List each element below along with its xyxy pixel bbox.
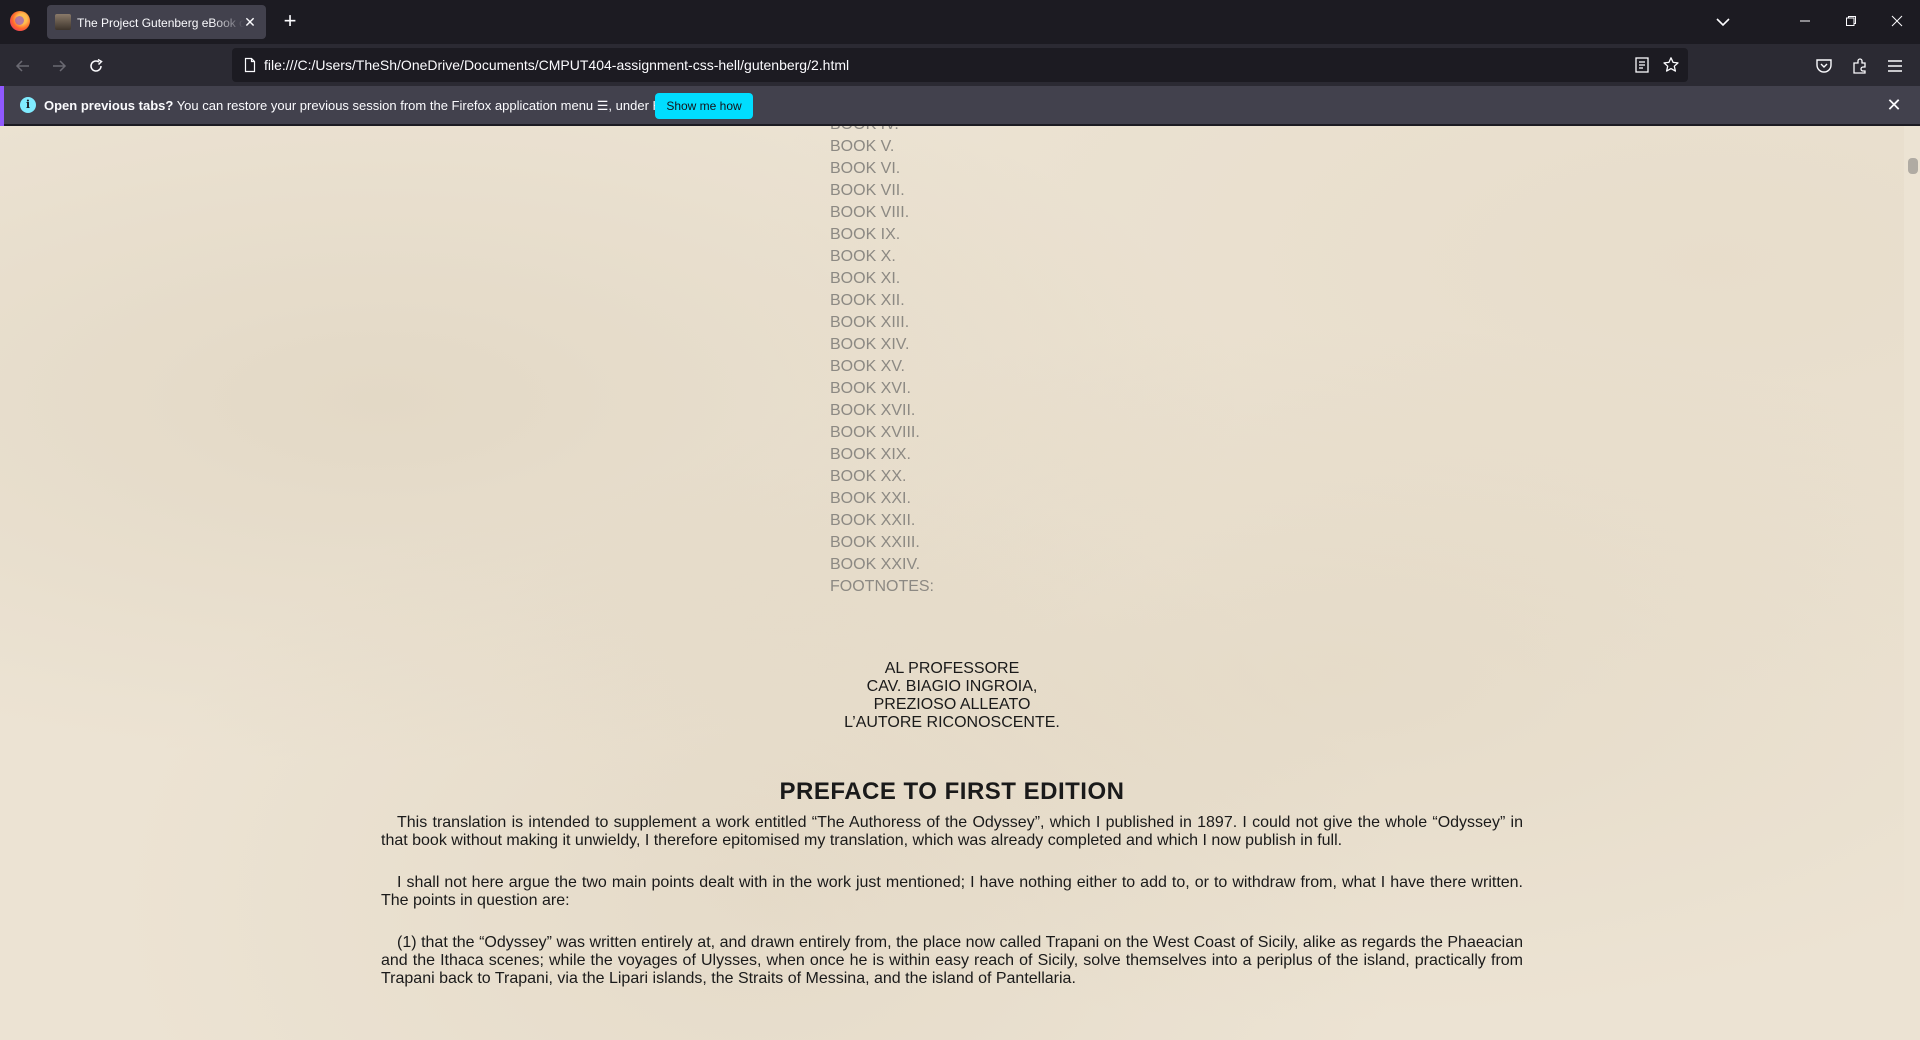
toc-item[interactable]: BOOK VII. — [830, 180, 1130, 202]
bookmark-star-icon[interactable] — [1662, 56, 1680, 74]
toc-item[interactable]: BOOK XII. — [830, 290, 1130, 312]
toc-item[interactable]: BOOK X. — [830, 246, 1130, 268]
info-icon: i — [20, 97, 36, 113]
notification-close-icon[interactable]: ✕ — [1884, 95, 1904, 115]
toc-item[interactable]: BOOK XV. — [830, 356, 1130, 378]
toc-item[interactable]: BOOK XVII. — [830, 400, 1130, 422]
notification-message: Open previous tabs? You can restore your… — [44, 86, 696, 126]
dedication-line: L’AUTORE RICONOSCENTE. — [844, 714, 1060, 731]
toc-item[interactable]: BOOK XXII. — [830, 510, 1130, 532]
url-text[interactable]: file:///C:/Users/TheSh/OneDrive/Document… — [264, 48, 849, 82]
address-bar[interactable]: file:///C:/Users/TheSh/OneDrive/Document… — [232, 48, 1688, 82]
app-menu-icon[interactable] — [1885, 56, 1905, 76]
toc-item[interactable]: BOOK XI. — [830, 268, 1130, 290]
page-content: BOOK IV. BOOK V. BOOK VI. BOOK VII. BOOK… — [0, 126, 1904, 1040]
tab-strip: The Project Gutenberg eBook of ✕ + — [0, 0, 1920, 44]
toc-item[interactable]: BOOK XVIII. — [830, 422, 1130, 444]
forward-arrow-icon[interactable] — [45, 52, 73, 80]
toc-item[interactable]: BOOK XIX. — [830, 444, 1130, 466]
new-tab-button[interactable]: + — [278, 10, 302, 34]
show-me-how-button[interactable]: Show me how — [655, 93, 753, 119]
pocket-icon[interactable] — [1814, 56, 1834, 76]
tab-favicon-icon — [55, 14, 71, 30]
toc-item[interactable]: BOOK VIII. — [830, 202, 1130, 224]
preface-paragraph: I shall not here argue the two main poin… — [381, 874, 1523, 909]
preface-heading: PREFACE TO FIRST EDITION — [779, 778, 1125, 805]
reload-icon[interactable] — [82, 52, 110, 80]
vertical-scrollbar[interactable] — [1904, 126, 1920, 1040]
toc-item-footnotes[interactable]: FOOTNOTES: — [830, 576, 1130, 598]
firefox-logo-icon[interactable] — [10, 11, 30, 31]
navigation-toolbar: file:///C:/Users/TheSh/OneDrive/Document… — [0, 44, 1920, 86]
toc-item[interactable]: BOOK XXIII. — [830, 532, 1130, 554]
session-restore-notification: i Open previous tabs? You can restore yo… — [0, 86, 1920, 126]
tab-title: The Project Gutenberg eBook of — [77, 16, 250, 30]
table-of-contents: BOOK IV. BOOK V. BOOK VI. BOOK VII. BOOK… — [830, 126, 1130, 598]
toc-item[interactable]: BOOK IX. — [830, 224, 1130, 246]
page-icon — [242, 57, 258, 73]
preface-paragraph: This translation is intended to suppleme… — [381, 814, 1523, 849]
active-tab[interactable]: The Project Gutenberg eBook of ✕ — [47, 5, 266, 39]
toc-item[interactable]: BOOK VI. — [830, 158, 1130, 180]
back-arrow-icon[interactable] — [9, 52, 37, 80]
toc-item[interactable]: BOOK XXI. — [830, 488, 1130, 510]
preface-paragraph: (1) that the “Odyssey” was written entir… — [381, 934, 1523, 987]
close-window-icon[interactable] — [1874, 0, 1920, 44]
notification-text: You can restore your previous session fr… — [176, 98, 696, 113]
dedication-line: AL PROFESSORE — [884, 660, 1020, 677]
dedication-line: PREZIOSO ALLEATO — [873, 696, 1031, 713]
toc-item-book-iv[interactable]: BOOK IV. — [830, 126, 1130, 136]
reader-view-icon[interactable] — [1633, 56, 1651, 74]
toc-item[interactable]: BOOK XIII. — [830, 312, 1130, 334]
extensions-icon[interactable] — [1850, 56, 1870, 76]
tab-close-icon[interactable]: ✕ — [240, 12, 260, 32]
list-all-tabs-icon[interactable] — [1712, 11, 1734, 33]
toc-item[interactable]: BOOK V. — [830, 136, 1130, 158]
toc-item[interactable]: BOOK XX. — [830, 466, 1130, 488]
scrollbar-thumb[interactable] — [1908, 158, 1918, 174]
toc-item[interactable]: BOOK XXIV. — [830, 554, 1130, 576]
restore-icon[interactable] — [1828, 0, 1874, 44]
toc-item[interactable]: BOOK XVI. — [830, 378, 1130, 400]
notification-bold-text: Open previous tabs? — [44, 98, 174, 113]
minimize-icon[interactable] — [1782, 0, 1828, 44]
dedication: AL PROFESSORE CAV. BIAGIO INGROIA, PREZI… — [0, 660, 1904, 732]
toc-item[interactable]: BOOK XIV. — [830, 334, 1130, 356]
dedication-line: CAV. BIAGIO INGROIA, — [866, 678, 1038, 695]
